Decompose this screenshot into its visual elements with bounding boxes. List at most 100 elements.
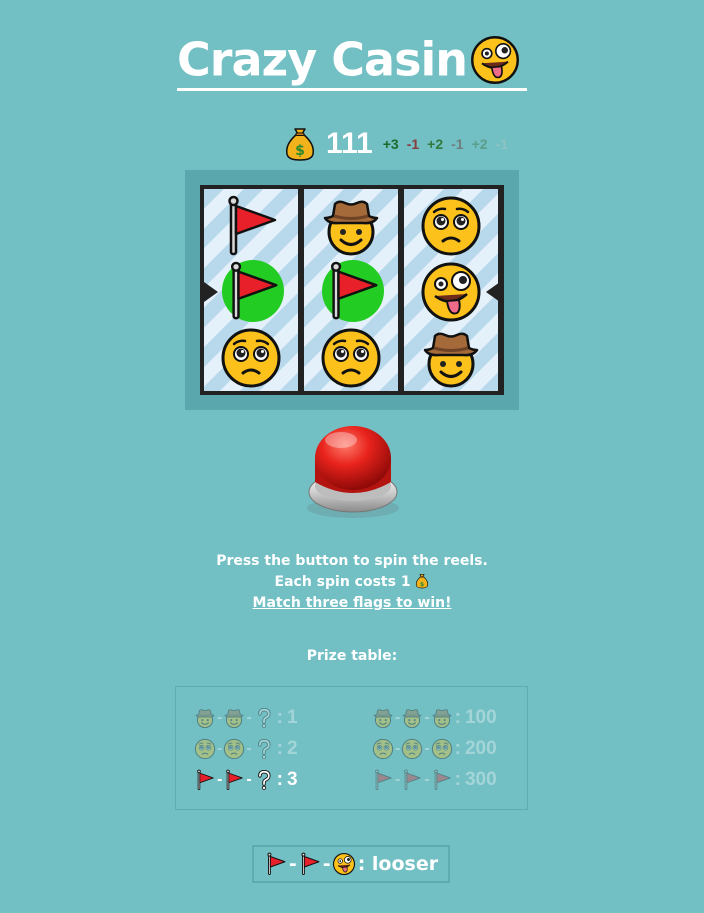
prize-row: - -:100: [372, 706, 497, 730]
page-title: Crazy Casin: [177, 28, 527, 91]
separator: :: [276, 738, 283, 759]
red-flag-icon: [298, 852, 322, 876]
page-title-text: Crazy Casin: [177, 32, 468, 87]
prize-table-title: Prize table:: [306, 648, 398, 664]
reel-cell: [219, 326, 283, 390]
balance-delta: +2: [471, 136, 488, 152]
separator: -: [424, 740, 430, 757]
zany-face-icon: [332, 852, 356, 876]
instruction-line-2: Each spin costs 1: [0, 572, 704, 593]
separator: :: [276, 769, 283, 790]
money-bag-icon: [415, 573, 429, 589]
pleading-face-icon: [219, 326, 283, 390]
red-flag-icon: [431, 769, 453, 791]
result-box: - -: looser: [252, 845, 450, 883]
reel-1: [204, 189, 298, 391]
cowboy-face-icon: [401, 707, 423, 729]
prize-value: 3: [286, 769, 298, 790]
page-title-wrap: Crazy Casin: [0, 28, 704, 91]
balance-display: 111 +3 -1 +2 -1 +2 -1: [284, 124, 516, 164]
separator: -: [246, 709, 252, 726]
balance-history: +3 -1 +2 -1 +2 -1: [383, 136, 516, 152]
pleading-face-icon: [401, 738, 423, 760]
zany-face-icon: [469, 34, 521, 86]
red-flag-icon: [401, 769, 423, 791]
reel-cell: [219, 194, 283, 258]
prize-row: - -:200: [372, 737, 497, 761]
money-bag-icon: [284, 126, 316, 162]
separator: -: [322, 853, 331, 875]
prize-value: 300: [464, 769, 497, 790]
red-flag-icon: [194, 769, 216, 791]
zany-face-icon: [419, 260, 483, 324]
reel-cell: [419, 194, 483, 258]
cowboy-face-icon: [431, 707, 453, 729]
red-flag-icon: [223, 769, 245, 791]
balance-delta: +2: [427, 136, 444, 152]
separator: -: [424, 709, 430, 726]
pleading-face-icon: [194, 738, 216, 760]
question-mark-icon: [253, 707, 275, 729]
reel-2: [304, 189, 398, 391]
separator: -: [217, 740, 223, 757]
separator: -: [217, 771, 223, 788]
red-flag-icon: [219, 194, 283, 258]
payline-pointer-left: [204, 282, 218, 302]
balance-delta: +3: [382, 136, 399, 152]
cowboy-face-icon: [419, 326, 483, 390]
prize-value: 200: [464, 738, 497, 759]
reel-cell: [419, 260, 483, 324]
balance-delta: -1: [451, 136, 464, 152]
separator: -: [288, 853, 297, 875]
reel-cell: [319, 326, 383, 390]
question-mark-icon: [253, 738, 275, 760]
separator: -: [217, 709, 223, 726]
instructions: Press the button to spin the reels. Each…: [0, 551, 704, 614]
prize-row: - -:3: [194, 768, 298, 792]
cowboy-face-icon: [223, 707, 245, 729]
reel-cell: [319, 194, 383, 258]
reel-cell: [322, 260, 384, 322]
instruction-line-3: Match three flags to win!: [252, 595, 452, 611]
prize-row: - -:2: [194, 737, 298, 761]
pleading-face-icon: [319, 326, 383, 390]
separator: :: [454, 707, 461, 728]
separator: -: [246, 771, 252, 788]
balance-delta: -1: [495, 136, 509, 152]
reel-cell: [222, 260, 284, 322]
red-flag-icon: [264, 852, 288, 876]
prize-row: - -:300: [372, 768, 497, 792]
payline-pointer-right: [486, 282, 500, 302]
separator: :: [276, 707, 283, 728]
red-flag-icon: [372, 769, 394, 791]
separator: -: [395, 740, 401, 757]
pleading-face-icon: [431, 738, 453, 760]
question-mark-icon: [253, 769, 275, 791]
red-flag-icon: [322, 260, 384, 322]
separator: -: [395, 709, 401, 726]
red-flag-icon: [222, 260, 284, 322]
prize-value: 100: [464, 707, 497, 728]
prize-row: - -:1: [194, 706, 298, 730]
cowboy-face-icon: [372, 707, 394, 729]
pleading-face-icon: [372, 738, 394, 760]
instruction-line-2-text: Each spin costs 1: [274, 574, 411, 590]
reel-3: [404, 189, 498, 391]
balance-amount: 111: [326, 127, 373, 160]
pleading-face-icon: [223, 738, 245, 760]
separator: -: [424, 771, 430, 788]
separator: :: [454, 738, 461, 759]
prize-value: 2: [286, 738, 298, 759]
separator: :: [357, 853, 372, 875]
spin-button[interactable]: [305, 420, 401, 520]
pleading-face-icon: [419, 194, 483, 258]
cowboy-face-icon: [319, 194, 383, 258]
separator: :: [454, 769, 461, 790]
instruction-line-1: Press the button to spin the reels.: [216, 553, 488, 569]
balance-delta: -1: [406, 136, 420, 152]
cowboy-face-icon: [194, 707, 216, 729]
prize-value: 1: [286, 707, 298, 728]
separator: -: [246, 740, 252, 757]
separator: -: [395, 771, 401, 788]
result-label: looser: [371, 853, 439, 875]
